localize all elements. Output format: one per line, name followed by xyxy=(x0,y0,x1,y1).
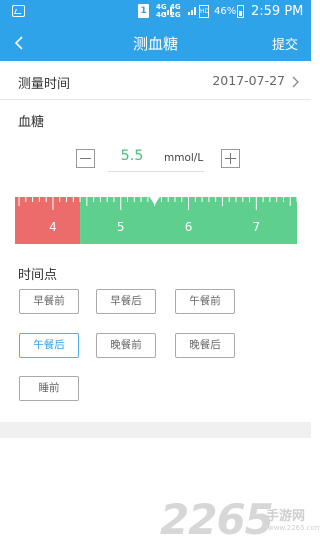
watermark-number: 2265 xyxy=(160,495,274,544)
measure-time-label: 测量时间 xyxy=(18,77,71,92)
ruler-tick-label: 6 xyxy=(185,220,193,234)
watermark-url: www.2265.com xyxy=(268,524,320,532)
network-type-2: 4G 2G xyxy=(170,3,181,19)
sim-icon: 1 xyxy=(138,4,149,18)
watermark-text: 手游网 xyxy=(266,509,306,524)
battery-icon xyxy=(237,5,244,18)
measure-time-row[interactable]: 测量时间 2017-07-27 xyxy=(0,64,311,100)
clock: 2:59 PM xyxy=(251,4,304,19)
submit-button[interactable]: 提交 xyxy=(272,34,298,53)
time-option-before-sleep[interactable]: 睡前 xyxy=(19,376,79,401)
blood-sugar-stepper: 5.5 mmol/L xyxy=(76,147,240,173)
time-option-dinner-before[interactable]: 晚餐前 xyxy=(96,333,156,358)
increase-button[interactable] xyxy=(221,149,240,168)
decrease-button[interactable] xyxy=(76,149,95,168)
ruler-low-range xyxy=(15,197,81,244)
time-option-dinner-after[interactable]: 晚餐后 xyxy=(175,333,235,358)
ruler-tick-label: 7 xyxy=(253,220,261,234)
value-underline xyxy=(108,171,204,172)
ruler-svg: 4 5 6 7 xyxy=(15,197,297,244)
battery-percent: 46% xyxy=(214,6,237,17)
hd-icon: HD xyxy=(199,5,209,18)
blood-sugar-label: 血糖 xyxy=(18,115,45,130)
blood-sugar-unit: mmol/L xyxy=(164,152,204,164)
signal-icon-2 xyxy=(188,6,197,15)
time-point-label: 时间点 xyxy=(18,268,58,283)
nav-bar: 测血糖 提交 xyxy=(0,25,311,61)
measure-time-value: 2017-07-27 xyxy=(212,73,285,88)
status-bar: 1 4G 4G 4G 2G HD 46% 2:59 PM xyxy=(0,0,311,25)
ruler-tick-label: 4 xyxy=(49,220,57,234)
ruler-tick-label: 5 xyxy=(117,220,125,234)
blood-sugar-value[interactable]: 5.5 xyxy=(112,148,152,164)
time-option-lunch-before[interactable]: 午餐前 xyxy=(175,289,235,314)
time-option-breakfast-after[interactable]: 早餐后 xyxy=(96,289,156,314)
time-option-lunch-after[interactable]: 午餐后 xyxy=(19,333,79,358)
bottom-divider xyxy=(0,422,311,438)
chevron-right-icon xyxy=(292,76,299,88)
gallery-icon xyxy=(12,5,25,17)
watermark-logo: 2265 手游网 www.2265.com xyxy=(160,495,320,544)
time-option-breakfast-before[interactable]: 早餐前 xyxy=(19,289,79,314)
blood-sugar-ruler[interactable]: 4 5 6 7 xyxy=(15,197,297,244)
page-title: 测血糖 xyxy=(132,35,178,53)
